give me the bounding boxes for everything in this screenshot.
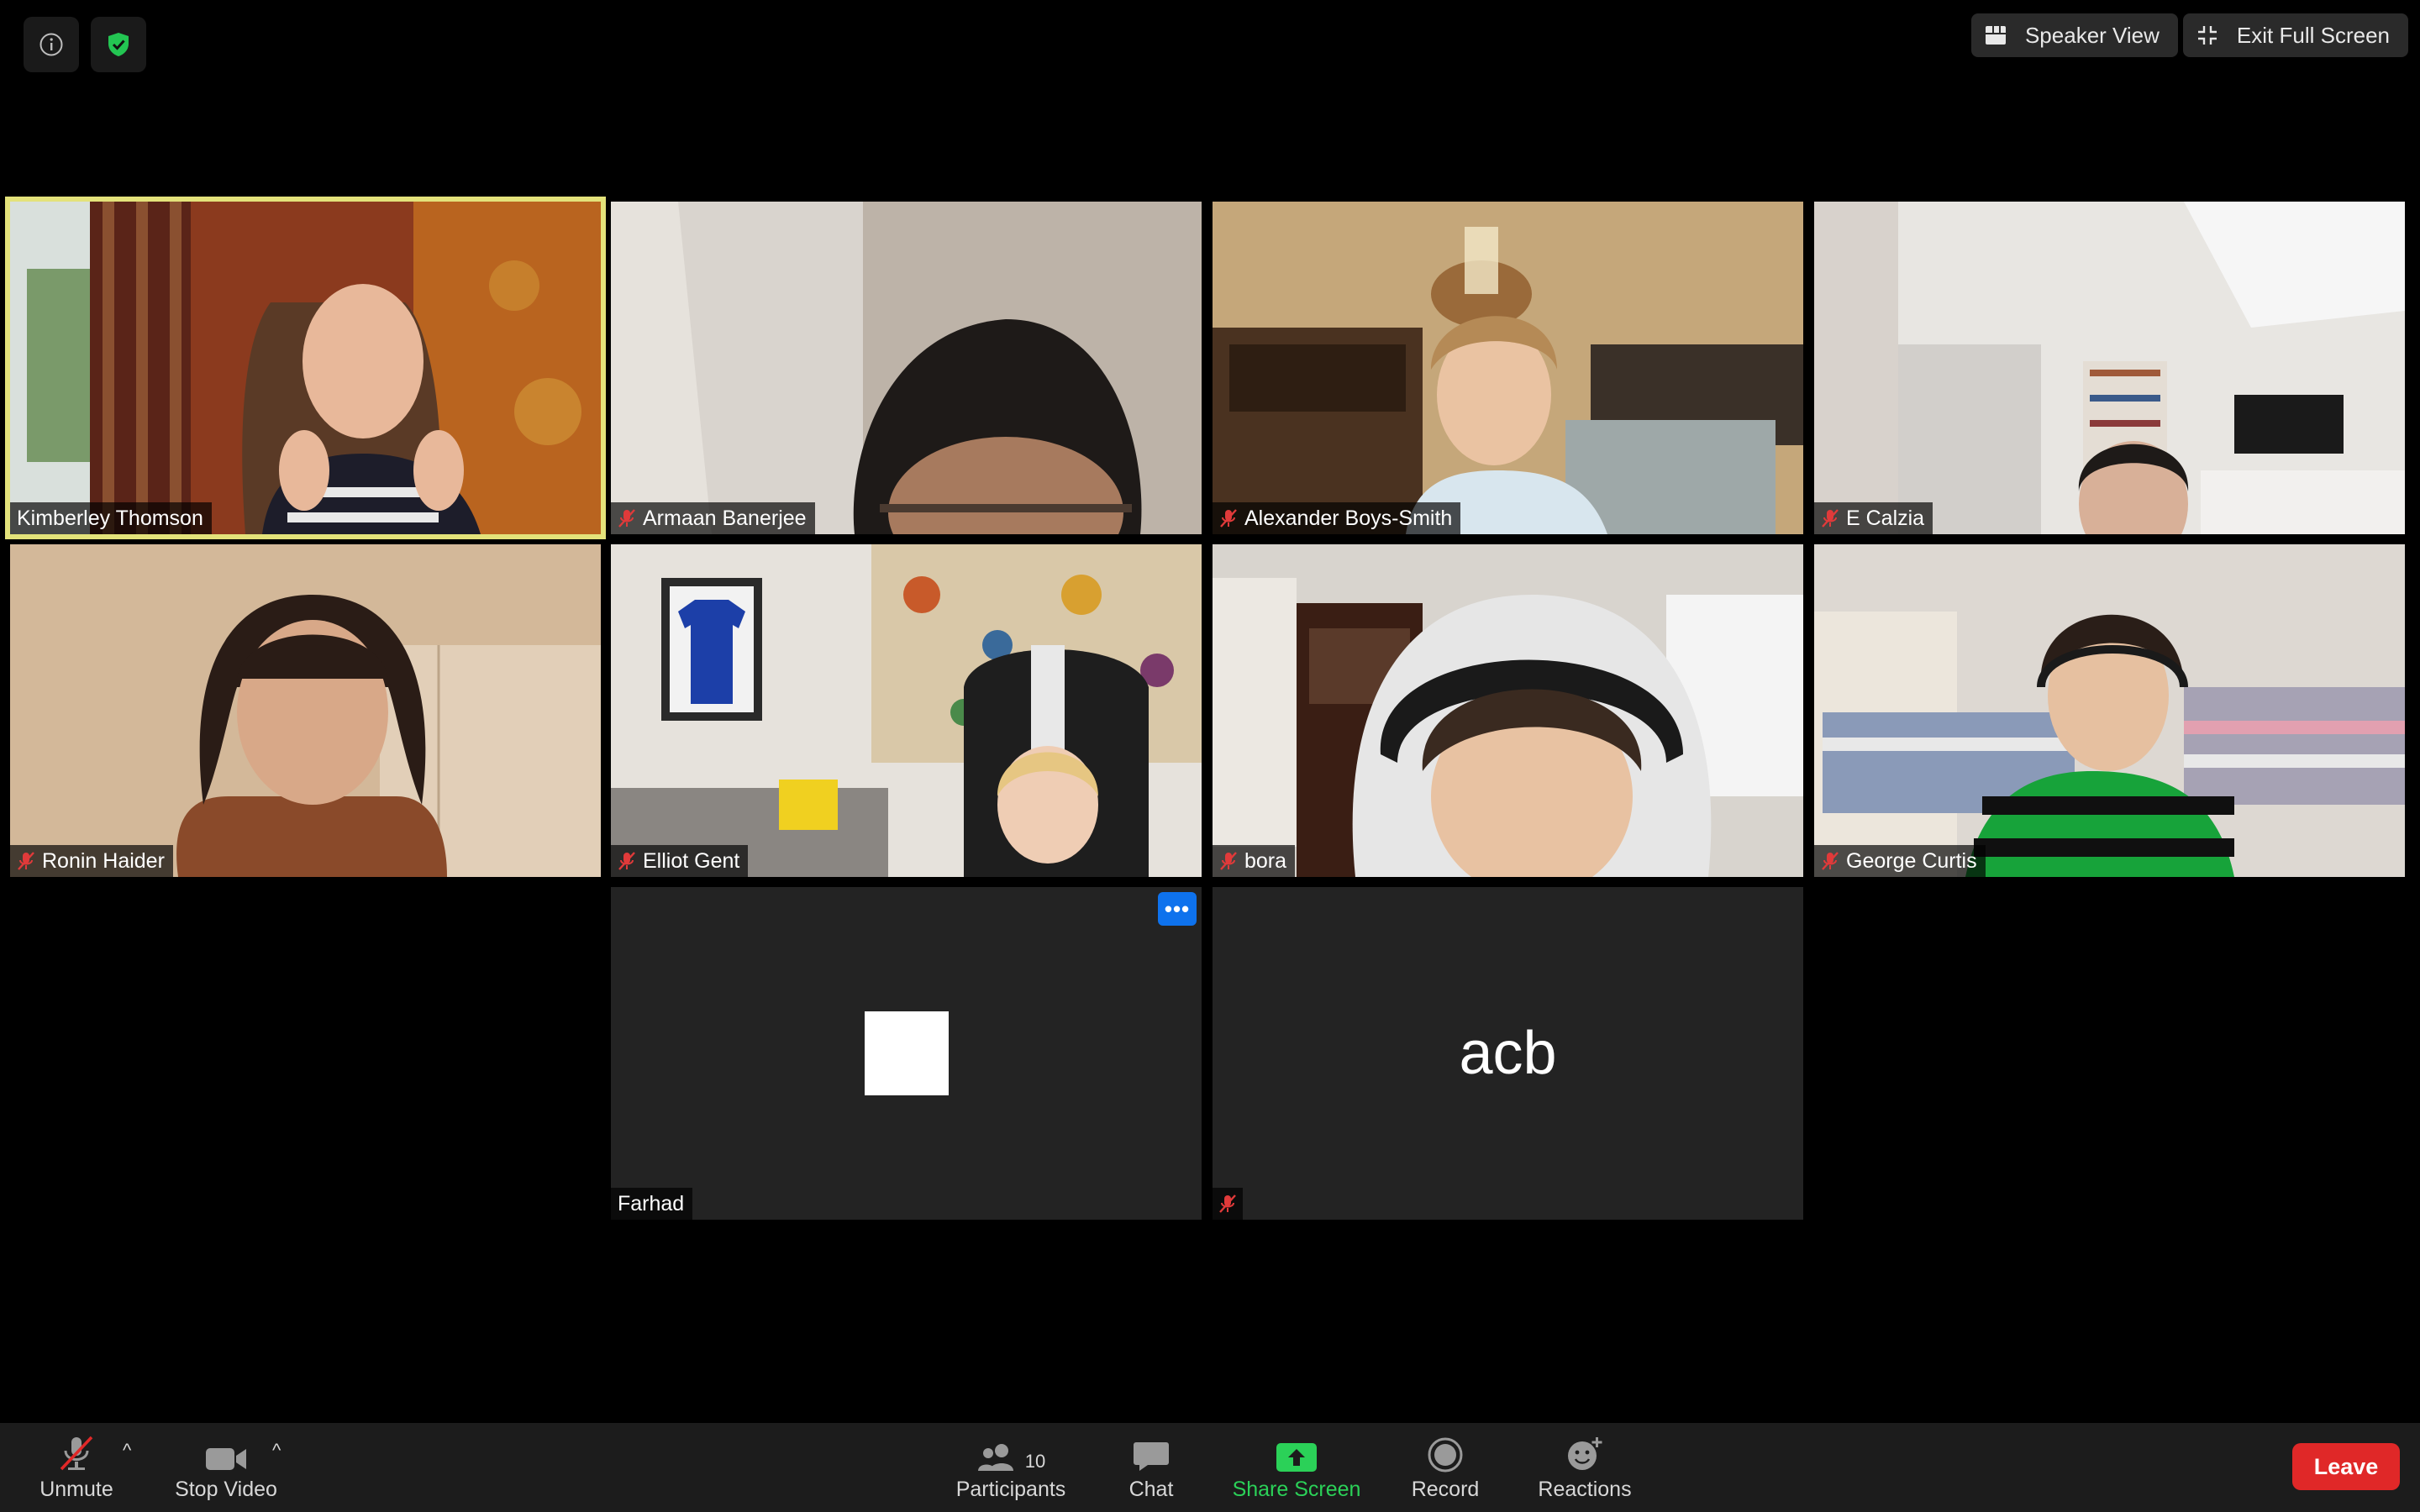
- share-screen-button[interactable]: Share Screen: [1227, 1423, 1366, 1512]
- chat-label: Chat: [1128, 1477, 1174, 1501]
- video-tile-ronin-haider[interactable]: Ronin Haider: [10, 544, 601, 877]
- participant-name-tag: bora: [1213, 845, 1296, 877]
- video-options-caret[interactable]: ^: [272, 1440, 281, 1462]
- stop-video-label: Stop Video: [175, 1477, 277, 1501]
- participant-name: Ronin Haider: [42, 848, 165, 873]
- exit-fullscreen-label: Exit Full Screen: [2236, 22, 2390, 48]
- encryption-button[interactable]: [91, 17, 146, 72]
- reactions-label: Reactions: [1538, 1477, 1632, 1501]
- participant-name-tag: George Curtis: [1814, 845, 1986, 877]
- participant-video: [1213, 202, 1803, 534]
- muted-microphone-icon: [56, 1434, 97, 1473]
- more-options-button[interactable]: •••: [1158, 892, 1197, 926]
- shield-check-icon: [108, 33, 129, 56]
- participant-name-tag: Armaan Banerjee: [611, 502, 815, 534]
- muted-mic-icon: [1220, 852, 1237, 870]
- participants-button[interactable]: 10 Participants: [948, 1423, 1074, 1512]
- muted-mic-icon: [1219, 1194, 1236, 1213]
- participants-count: 10: [1024, 1450, 1046, 1472]
- video-camera-icon: [204, 1434, 248, 1473]
- video-tile-george-curtis[interactable]: George Curtis: [1814, 544, 2405, 877]
- participants-label: Participants: [955, 1477, 1066, 1501]
- share-screen-icon: [1276, 1434, 1318, 1473]
- participants-icon: 10: [976, 1434, 1045, 1473]
- meeting-info-controls: [24, 17, 146, 72]
- record-icon: [1428, 1434, 1463, 1473]
- video-tile-armaan-banerjee[interactable]: Armaan Banerjee: [611, 202, 1202, 534]
- video-tile-elliot-gent[interactable]: Elliot Gent: [611, 544, 1202, 877]
- exit-fullscreen-button[interactable]: Exit Full Screen: [2182, 13, 2408, 57]
- chat-button[interactable]: Chat: [1109, 1423, 1193, 1512]
- record-label: Record: [1411, 1477, 1480, 1501]
- participant-name: E Calzia: [1846, 506, 1925, 530]
- participant-video: [611, 544, 1202, 877]
- participant-name-tag: Ronin Haider: [10, 845, 173, 877]
- participant-video: [1213, 544, 1803, 877]
- leave-meeting-button[interactable]: Leave: [2292, 1443, 2400, 1490]
- smiley-add-icon: [1565, 1434, 1604, 1473]
- participant-name-tag: Farhad: [611, 1188, 693, 1220]
- participant-name: Alexander Boys-Smith: [1244, 506, 1453, 530]
- participant-video: [1814, 202, 2405, 534]
- participant-name-tag: Alexander Boys-Smith: [1213, 502, 1461, 534]
- participant-name: George Curtis: [1846, 848, 1977, 873]
- participant-name-tag: E Calzia: [1814, 502, 1933, 534]
- video-tile-kimberley-thomson[interactable]: Kimberley Thomson: [5, 197, 606, 539]
- view-controls: Speaker View Exit Full Screen: [1970, 13, 2408, 57]
- video-tile-e-calzia[interactable]: E Calzia: [1814, 202, 2405, 534]
- muted-mic-icon: [618, 509, 635, 528]
- meeting-toolbar: Unmute ^ Stop Video ^ 10 Participants Ch…: [0, 1423, 2420, 1512]
- video-tile-bora[interactable]: bora: [1213, 544, 1803, 877]
- speaker-view-button[interactable]: Speaker View: [1970, 13, 2178, 57]
- muted-mic-icon: [1822, 509, 1839, 528]
- participant-video: [10, 544, 601, 877]
- exit-fullscreen-icon: [2196, 24, 2218, 46]
- muted-mic-icon: [618, 852, 635, 870]
- share-screen-label: Share Screen: [1232, 1477, 1361, 1501]
- audio-options-caret[interactable]: ^: [123, 1440, 131, 1462]
- participant-name-tag: Elliot Gent: [611, 845, 749, 877]
- video-tile-farhad[interactable]: ••• Farhad: [611, 887, 1202, 1220]
- grid-icon: [1985, 24, 2007, 46]
- stop-video-button[interactable]: Stop Video: [165, 1423, 287, 1512]
- reactions-button[interactable]: Reactions: [1528, 1423, 1642, 1512]
- participant-name: Farhad: [618, 1191, 685, 1215]
- participant-video: [10, 202, 601, 534]
- record-button[interactable]: Record: [1403, 1423, 1487, 1512]
- profile-placeholder: [865, 1011, 949, 1095]
- participant-video: [611, 202, 1202, 534]
- participant-name: Elliot Gent: [643, 848, 740, 873]
- video-tile-acb[interactable]: acb: [1213, 887, 1803, 1220]
- participant-name-tag: [1213, 1188, 1243, 1220]
- info-icon: [39, 33, 63, 56]
- unmute-label: Unmute: [39, 1477, 113, 1501]
- participant-video: [1814, 544, 2405, 877]
- participant-name-tag: Kimberley Thomson: [10, 502, 212, 534]
- chat-bubble-icon: [1133, 1434, 1170, 1473]
- meeting-info-button[interactable]: [24, 17, 79, 72]
- participant-name: bora: [1244, 848, 1287, 873]
- muted-mic-icon: [1220, 509, 1237, 528]
- participant-name: Kimberley Thomson: [17, 506, 203, 530]
- unmute-button[interactable]: Unmute: [25, 1423, 128, 1512]
- video-tile-alexander-boys-smith[interactable]: Alexander Boys-Smith: [1213, 202, 1803, 534]
- participant-display-name: acb: [1459, 1020, 1557, 1087]
- muted-mic-icon: [18, 852, 34, 870]
- participant-name: Armaan Banerjee: [643, 506, 807, 530]
- speaker-view-label: Speaker View: [2024, 22, 2160, 48]
- muted-mic-icon: [1822, 852, 1839, 870]
